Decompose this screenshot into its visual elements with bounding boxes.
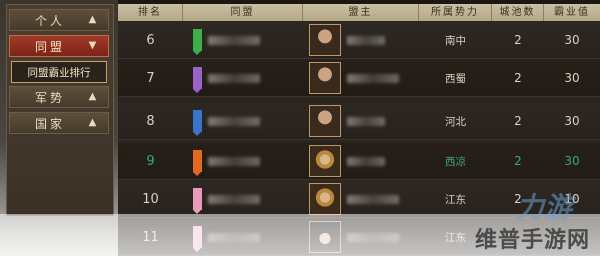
chevron-up-icon: ▲ xyxy=(88,14,100,25)
leader-cell xyxy=(303,103,419,139)
chevron-up-icon: ▲ xyxy=(88,91,100,102)
chevron-down-icon: ▼ xyxy=(88,40,100,51)
league-banner-icon xyxy=(193,29,202,55)
score-cell: 30 xyxy=(564,154,580,168)
avatar[interactable] xyxy=(309,105,341,137)
rank-cell: 9 xyxy=(146,153,155,169)
header-cities: 城池数 xyxy=(492,4,544,21)
rank-cell: 8 xyxy=(146,113,155,129)
region-cell: 河北 xyxy=(445,115,466,128)
avatar[interactable] xyxy=(309,183,341,215)
leader-name-blurred xyxy=(347,116,385,126)
menu-league-label: 同盟 xyxy=(34,39,65,54)
leader-name-blurred xyxy=(347,73,399,83)
menu-nation[interactable]: 国家 ▲ xyxy=(9,112,109,134)
table-row[interactable]: 9 西凉 2 30 xyxy=(118,143,600,180)
league-banner-icon xyxy=(193,150,202,176)
region-cell: 江东 xyxy=(445,193,466,206)
table-row[interactable]: 8 河北 2 30 xyxy=(118,103,600,140)
menu-military-label: 军势 xyxy=(34,90,65,105)
league-cell xyxy=(183,181,303,217)
header-region: 所属势力 xyxy=(419,4,492,21)
score-cell: 30 xyxy=(564,71,580,85)
menu-personal[interactable]: 个人 ▲ xyxy=(9,9,109,31)
league-name-blurred xyxy=(208,194,260,204)
cities-cell: 2 xyxy=(514,154,522,168)
rank-cell: 6 xyxy=(146,32,155,48)
league-name-blurred xyxy=(208,116,260,126)
watermark-text: 维普手游网 xyxy=(474,228,590,253)
league-cell xyxy=(183,103,303,139)
header-leader: 盟主 xyxy=(303,4,419,21)
menu-military[interactable]: 军势 ▲ xyxy=(9,86,109,108)
header-rank: 排名 xyxy=(118,4,183,21)
leader-cell xyxy=(303,60,419,96)
leader-name-blurred xyxy=(347,156,385,166)
menu-league[interactable]: 同盟 ▼ xyxy=(9,35,109,57)
leader-name-blurred xyxy=(347,35,385,45)
table-row[interactable]: 6 南中 2 30 xyxy=(118,22,600,59)
chevron-up-icon: ▲ xyxy=(88,117,100,128)
cities-cell: 2 xyxy=(514,114,522,128)
leader-name-blurred xyxy=(347,194,399,204)
score-cell: 30 xyxy=(564,114,580,128)
region-cell: 西凉 xyxy=(445,155,466,168)
avatar[interactable] xyxy=(309,62,341,94)
league-banner-icon xyxy=(193,67,202,93)
header-league: 同盟 xyxy=(183,4,303,21)
watermark-logo: 力游 xyxy=(515,191,572,224)
cities-cell: 2 xyxy=(514,33,522,47)
league-banner-icon xyxy=(193,110,202,136)
header-score: 霸业值 xyxy=(554,7,590,18)
league-name-blurred xyxy=(208,156,260,166)
league-name-blurred xyxy=(208,35,260,45)
side-menu: 个人 ▲ 同盟 ▼ 同盟霸业排行 军势 ▲ 国家 ▲ xyxy=(6,4,114,216)
avatar[interactable] xyxy=(309,145,341,177)
table-row[interactable]: 7 西蜀 2 30 xyxy=(118,60,600,97)
rank-cell: 7 xyxy=(146,70,155,86)
rank-cell: 10 xyxy=(142,191,159,207)
league-cell xyxy=(183,60,303,96)
league-banner-icon xyxy=(193,188,202,214)
leader-cell xyxy=(303,143,419,179)
menu-personal-label: 个人 xyxy=(34,13,65,28)
region-cell: 南中 xyxy=(445,34,466,47)
leader-cell xyxy=(303,181,419,217)
submenu-league-ranking[interactable]: 同盟霸业排行 xyxy=(11,61,107,83)
menu-nation-label: 国家 xyxy=(34,116,65,131)
league-name-blurred xyxy=(208,73,260,83)
table-header: 排名 同盟 盟主 所属势力 城池数 霸业值 xyxy=(118,4,600,21)
region-cell: 西蜀 xyxy=(445,72,466,85)
league-cell xyxy=(183,22,303,58)
avatar[interactable] xyxy=(309,24,341,56)
score-cell: 30 xyxy=(564,33,580,47)
leader-cell xyxy=(303,22,419,58)
cities-cell: 2 xyxy=(514,71,522,85)
league-cell xyxy=(183,143,303,179)
